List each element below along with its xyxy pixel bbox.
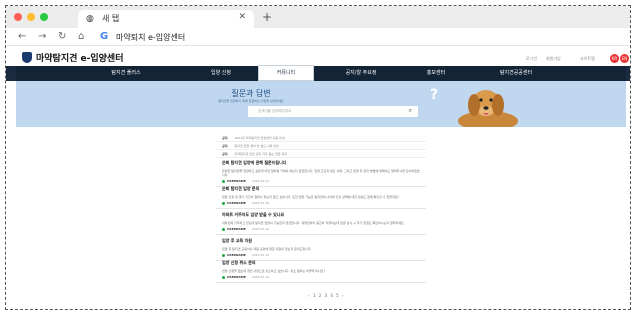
user-status-icon [222,227,225,231]
qna-body: 입양 신청을 했는데 개인 사정으로 취소하고 싶습니다. 취소 절차는 어떻게… [222,269,326,273]
forward-icon[interactable]: → [38,31,46,42]
nav-item-adoption-apply[interactable]: 입양 신청 [186,66,256,81]
qna-user: USERNAME [227,253,246,258]
qna-title[interactable]: 입양 후 교육 지원 [222,238,426,244]
user-status-icon [222,201,225,205]
nav-item-notice[interactable]: 공지/알 주요정 [326,66,396,81]
qna-user: USERNAME [227,227,246,232]
minimize-window-button[interactable] [27,13,35,21]
qna-user: USERNAME [227,179,246,184]
tab-close-icon[interactable]: ✕ [238,12,246,22]
url-input[interactable]: 마약퇴치 e-입양센터 [116,32,185,43]
notice-tag: 공지 [222,144,228,148]
notice-tag: 공지 [222,152,228,156]
user-status-icon [222,179,225,183]
lang-en-button[interactable]: EN [620,54,629,63]
nav-item-detector-plus[interactable]: 탐지견 플러스 [86,66,166,81]
google-icon: G [100,31,109,42]
notice-row[interactable]: 공지 2023년 마약탐지견 입양센터 이용 안내 [216,134,426,142]
browser-tab[interactable]: ◍ 새 탭 ✕ [78,10,254,28]
notice-text: 마약탐지견 입양 관련 자주 묻는 질문 정리 [234,152,288,156]
qna-date: 2023.05.20 [251,227,270,232]
nav-item-pr-center[interactable]: 홍보센터 [406,66,466,81]
user-status-icon [222,253,225,257]
qna-item[interactable]: 아파트 거주자도 입양 받을 수 있나요 아파트에 거주하고 있는데 탐지견 입… [216,212,426,236]
pagination[interactable]: ‹ 1 2 3 4 5 › [308,293,345,298]
qna-meta: USERNAME 2023.06.01 [222,179,420,183]
qna-user: USERNAME [227,275,246,280]
login-link[interactable]: 로그인 [526,56,537,62]
search-input[interactable]: 검색어를 입력해주세요 [258,109,291,114]
qna-item[interactable]: 입양 후 교육 지원 입양 후 탐지견 교육이나 적응 훈련에 대한 지원이 있… [216,238,426,262]
lang-kr-button[interactable]: KR [610,54,619,63]
qna-date: 2023.05.10 [251,275,270,280]
browser-window: ◍ 새 탭 ✕ + ← → ↻ ⌂ G 마약퇴치 e-입양센터 마약탐지견 e-… [5,5,631,310]
qna-title[interactable]: 아파트 거주자도 입양 받을 수 있나요 [222,212,426,218]
qna-title[interactable]: 은퇴 탐지견 입양 문의 [222,186,426,192]
notice-row[interactable]: 공지 마약탐지견 입양 관련 자주 묻는 질문 정리 [216,150,426,158]
qna-meta: USERNAME 2023.05.28 [222,201,420,205]
sitemap-link[interactable]: 사이트맵 [580,56,595,62]
user-status-icon [222,275,225,279]
home-icon[interactable]: ⌂ [78,31,84,42]
qna-body: 입양 신청 후 대기 기간이 얼마나 되는지 알고 싶습니다. 또한 입양 가능… [222,195,400,199]
maximize-window-button[interactable] [40,13,48,21]
notice-list: 공지 2023년 마약탐지견 입양센터 이용 안내 공지 탐지견 입양 절차 및… [216,134,426,158]
site-logo[interactable]: 마약탐지견 e-입양센터 [36,51,124,64]
qna-date: 2023.05.15 [251,253,270,258]
new-tab-button[interactable]: + [262,10,272,24]
qna-date: 2023.05.28 [251,201,270,206]
notice-tag: 공지 [222,136,228,140]
globe-icon: ◍ [86,14,94,24]
reload-icon[interactable]: ↻ [58,31,66,42]
nav-item-community[interactable]: 커뮤니티 [258,65,314,81]
qna-item[interactable]: 은퇴 탐지견 입양에 관해 질문드립니다 은퇴한 탐지견을 입양하고 싶은데 어… [216,160,426,188]
address-bar: ← → ↻ ⌂ G 마약퇴치 e-입양센터 [6,28,630,46]
site-header: 마약탐지견 e-입양센터 로그인 회원가입 사이트맵 KR EN [6,46,630,68]
shield-logo-icon [22,52,32,63]
qna-item[interactable]: 은퇴 탐지견 입양 문의 입양 신청 후 대기 기간이 얼마나 되는지 알고 싶… [216,186,426,210]
hero-banner: 질문과 답변 탐지견을 입양하기 위해 궁금하신 사항을 남겨주세요 검색어를 … [16,81,626,127]
signup-link[interactable]: 회원가입 [546,56,561,62]
back-icon[interactable]: ← [18,31,26,42]
nav-item-public-center[interactable]: 탐지견공공센터 [476,66,556,81]
search-box[interactable]: 검색어를 입력해주세요 ⌕ [248,106,418,117]
qna-meta: USERNAME 2023.05.15 [222,253,420,257]
main-nav: 탐지견 플러스 입양 신청 커뮤니티 공지/알 주요정 홍보센터 탐지견공공센터 [6,65,630,81]
page-subtitle: 탐지견을 입양하기 위해 궁금하신 사항을 남겨주세요 [218,99,284,103]
page-title: 질문과 답변 [231,89,271,98]
notice-text: 2023년 마약탐지견 입양센터 이용 안내 [234,136,285,140]
question-mark-icon: ? [430,87,439,103]
qna-body: 입양 후 탐지견 교육이나 적응 훈련에 대한 지원이 있는지 문의드립니다. [222,247,312,251]
qna-meta: USERNAME 2023.05.20 [222,227,420,231]
dog-illustration [458,90,518,127]
search-icon[interactable]: ⌕ [409,107,412,115]
tab-bar: ◍ 새 탭 ✕ + [6,6,630,28]
notice-text: 탐지견 입양 절차 및 필요 서류 안내 [234,144,279,148]
qna-title[interactable]: 은퇴 탐지견 입양에 관해 질문드립니다 [222,160,426,166]
qna-title[interactable]: 입양 신청 취소 문의 [222,260,426,266]
qna-body: 은퇴한 탐지견을 입양하고 싶은데 어떤 절차를 거쳐야 하는지 궁금합니다. … [222,169,420,178]
qna-body: 아파트에 거주하고 있는데 탐지견 입양이 가능한지 궁금합니다. 대형견이라 … [222,221,405,225]
qna-meta: USERNAME 2023.05.10 [222,275,420,279]
tab-title: 새 탭 [102,14,120,23]
qna-user: USERNAME [227,201,246,206]
qna-item[interactable]: 입양 신청 취소 문의 입양 신청을 했는데 개인 사정으로 취소하고 싶습니다… [216,260,426,284]
notice-row[interactable]: 공지 탐지견 입양 절차 및 필요 서류 안내 [216,142,426,150]
qna-date: 2023.06.01 [251,179,270,184]
close-window-button[interactable] [14,13,22,21]
